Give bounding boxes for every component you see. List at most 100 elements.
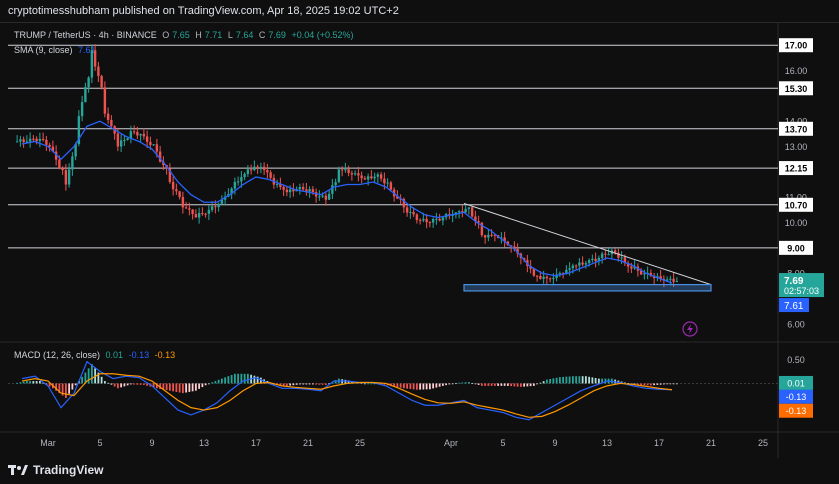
candle-body bbox=[103, 87, 107, 114]
signal-line bbox=[21, 373, 673, 418]
macd-value-label: -0.13 bbox=[786, 392, 807, 402]
macd-histogram-bar bbox=[451, 383, 454, 385]
macd-histogram-bar bbox=[100, 376, 103, 384]
macd-histogram-bar bbox=[428, 383, 431, 390]
horizontal-levels bbox=[8, 44, 778, 249]
tradingview-logo[interactable]: TradingView bbox=[8, 463, 103, 477]
candle-body bbox=[288, 189, 292, 193]
macd-histogram-bar bbox=[513, 383, 516, 387]
candle-body bbox=[246, 169, 250, 174]
macd-histogram-bar bbox=[672, 383, 675, 385]
candle-body bbox=[67, 169, 71, 185]
countdown-label: 02:57:03 bbox=[784, 286, 819, 296]
macd-histogram-bar bbox=[321, 383, 324, 385]
candle-body bbox=[64, 170, 68, 185]
candle-body bbox=[591, 258, 594, 261]
macd-histogram-bar bbox=[305, 383, 308, 385]
candle-body bbox=[487, 234, 490, 238]
price-tick-label: 6.00 bbox=[787, 319, 805, 329]
candle-body bbox=[266, 170, 269, 173]
price-axis[interactable]: 17.0016.0015.3014.0013.7013.0012.1511.00… bbox=[779, 38, 824, 329]
candle-body bbox=[41, 138, 45, 140]
macd-histogram-bar bbox=[549, 378, 552, 384]
candle-body bbox=[334, 182, 337, 186]
macd-histogram-bar bbox=[204, 383, 207, 386]
candle-body bbox=[126, 138, 129, 140]
macd-histogram-bar bbox=[523, 383, 526, 387]
macd-histogram-bar bbox=[487, 383, 490, 386]
candle-body bbox=[106, 113, 110, 120]
candle-body bbox=[337, 169, 341, 183]
macd-histogram-bar bbox=[367, 383, 370, 385]
macd-histogram-bar bbox=[22, 381, 25, 384]
macd-histogram-bar bbox=[233, 373, 236, 384]
candle-body bbox=[301, 187, 305, 190]
candle-body bbox=[620, 257, 623, 259]
macd-histogram-bar bbox=[656, 383, 659, 385]
macd-histogram-bar bbox=[16, 382, 19, 384]
macd-histogram-bar bbox=[542, 381, 545, 384]
macd-tick-label: 0.50 bbox=[787, 355, 805, 365]
time-axis[interactable]: Mar 5 9 13 17 21 25 Apr 5 9 13 17 21 25 bbox=[40, 438, 768, 448]
macd-histogram-bar bbox=[29, 381, 32, 384]
macd-histogram-bar bbox=[198, 383, 201, 389]
candle-body bbox=[269, 172, 272, 178]
candle-body bbox=[539, 275, 542, 279]
candle-body bbox=[587, 260, 591, 264]
macd-histogram-bar bbox=[516, 383, 519, 387]
macd-histogram-bar bbox=[425, 383, 428, 390]
tradingview-icon bbox=[8, 465, 28, 475]
macd-histogram-bar bbox=[139, 383, 142, 385]
macd-histogram-bar bbox=[653, 383, 656, 386]
candle-body bbox=[357, 173, 360, 176]
candle-body bbox=[470, 207, 474, 217]
macd-histogram-bar bbox=[123, 383, 126, 387]
price-tick-label: 10.00 bbox=[785, 218, 808, 228]
macd-histogram-bar bbox=[435, 383, 438, 388]
time-tick-label: 25 bbox=[758, 438, 768, 448]
candle-body bbox=[418, 220, 422, 221]
candle-body bbox=[71, 156, 74, 170]
candle-body bbox=[594, 258, 597, 262]
candle-body bbox=[630, 266, 633, 269]
macd-histogram-bar bbox=[406, 383, 409, 389]
macd-histogram-bar bbox=[311, 383, 314, 385]
macd-histogram-bar bbox=[539, 382, 542, 384]
time-tick-label: 21 bbox=[303, 438, 313, 448]
candle-body bbox=[366, 176, 370, 180]
macd-histogram-bar bbox=[363, 383, 366, 385]
sma-line bbox=[21, 120, 673, 284]
macd-histogram-bar bbox=[207, 383, 210, 385]
macd-histogram-bar bbox=[529, 383, 532, 387]
macd-histogram-bar bbox=[214, 381, 217, 384]
candle-body bbox=[275, 183, 279, 185]
lightning-icon-bolt bbox=[687, 324, 693, 334]
time-tick-label: Apr bbox=[444, 438, 458, 448]
candle-body bbox=[438, 218, 441, 221]
candle-body bbox=[386, 182, 389, 184]
candle-body bbox=[363, 178, 367, 180]
candle-body bbox=[116, 133, 120, 147]
brand-name: TradingView bbox=[33, 463, 104, 477]
candle-body bbox=[669, 278, 672, 280]
candle-body bbox=[431, 218, 435, 223]
candle-body bbox=[93, 50, 97, 67]
candle-body bbox=[409, 212, 412, 214]
candle-body bbox=[256, 166, 259, 168]
candle-body bbox=[197, 213, 201, 218]
macd-histogram-bar bbox=[646, 383, 649, 386]
candle-body bbox=[61, 168, 64, 171]
publisher-credit: cryptotimesshubham published on TradingV… bbox=[8, 5, 399, 17]
candle-body bbox=[45, 139, 48, 145]
macd-histogram-bar bbox=[581, 376, 584, 384]
candle-body bbox=[119, 140, 123, 147]
candle-body bbox=[350, 173, 354, 175]
price-tick-label: 13.00 bbox=[785, 142, 808, 152]
price-chart[interactable]: 17.0016.0015.3014.0013.7013.0012.1511.00… bbox=[0, 22, 839, 458]
time-tick-label: 13 bbox=[602, 438, 612, 448]
candle-body bbox=[145, 136, 149, 142]
candle-body bbox=[249, 169, 253, 171]
footer: TradingView bbox=[0, 458, 839, 484]
macd-histogram-bar bbox=[220, 378, 223, 384]
macd-histogram-bar bbox=[675, 383, 678, 385]
